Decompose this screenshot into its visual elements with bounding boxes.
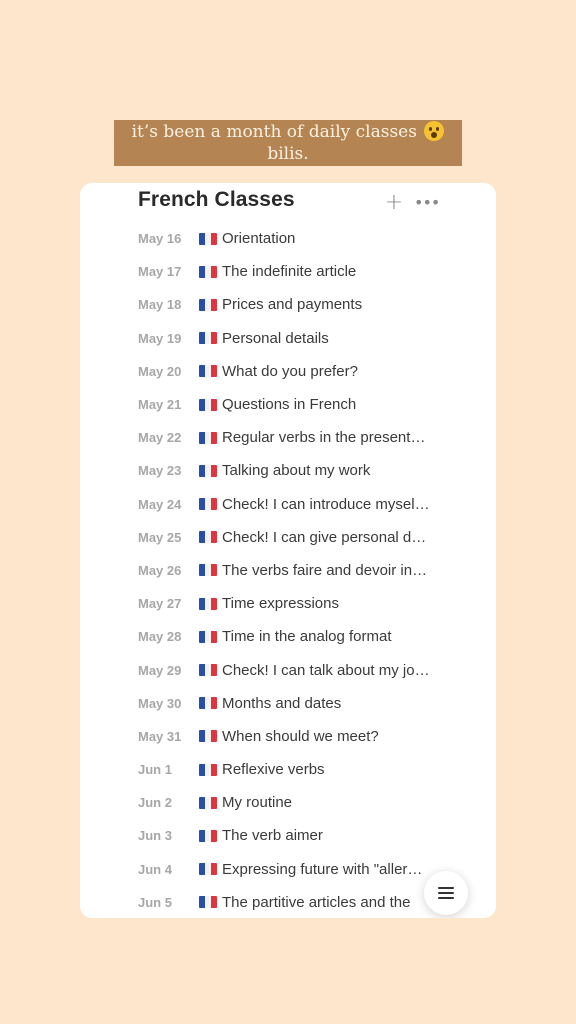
page-title: French Classes (138, 188, 295, 211)
list-item[interactable]: May 29 Check! I can talk about my jo… (80, 653, 496, 686)
plus-icon[interactable]: + (384, 191, 404, 215)
french-flag-icon (199, 829, 217, 842)
notion-page-card: French Classes + ••• May 16 Orientation Ma… (80, 183, 496, 918)
class-title[interactable]: The verb aimer (222, 827, 438, 844)
class-date: May 19 (138, 330, 182, 346)
class-title[interactable]: Personal details (222, 330, 438, 347)
caption-line-1: it’s been a month of daily classes (131, 122, 417, 142)
class-date: May 29 (138, 662, 182, 678)
class-date: May 30 (138, 695, 182, 711)
class-title[interactable]: The partitive articles and the (222, 894, 438, 911)
class-date: May 17 (138, 264, 182, 280)
french-flag-icon (199, 863, 217, 876)
class-date: Jun 1 (138, 762, 172, 778)
class-title[interactable]: What do you prefer? (222, 363, 438, 380)
class-date: May 21 (138, 397, 182, 413)
class-title[interactable]: Prices and payments (222, 296, 438, 313)
class-title[interactable]: Check! I can give personal d… (222, 529, 438, 546)
class-date: Jun 3 (138, 828, 172, 844)
french-flag-icon (199, 332, 217, 345)
french-flag-icon (199, 630, 217, 643)
caption-line-2: bilis. (267, 144, 309, 164)
class-title[interactable]: The verbs faire and devoir in… (222, 562, 438, 579)
french-flag-icon (199, 365, 217, 378)
french-flag-icon (199, 232, 217, 245)
class-title[interactable]: My routine (222, 794, 438, 811)
class-title[interactable]: Check! I can talk about my jo… (222, 662, 438, 679)
french-flag-icon (199, 597, 217, 610)
french-flag-icon (199, 265, 217, 278)
french-flag-icon (199, 664, 217, 677)
story-caption: it’s been a month of daily classes bilis… (114, 120, 462, 166)
class-date: May 27 (138, 596, 182, 612)
french-flag-icon (199, 398, 217, 411)
french-flag-icon (199, 531, 217, 544)
french-flag-icon (199, 564, 217, 577)
french-flag-icon (199, 730, 217, 743)
class-date: May 25 (138, 529, 182, 545)
class-title[interactable]: The indefinite article (222, 263, 438, 280)
class-date: May 20 (138, 363, 182, 379)
class-date: Jun 4 (138, 861, 172, 877)
list-item[interactable]: May 25 Check! I can give personal d… (80, 521, 496, 554)
list-item[interactable]: May 30 Months and dates (80, 687, 496, 720)
class-date: May 16 (138, 231, 182, 247)
class-date: May 18 (138, 297, 182, 313)
class-title[interactable]: Time in the analog format (222, 628, 438, 645)
french-flag-icon (199, 498, 217, 511)
hamburger-menu-icon[interactable] (424, 871, 468, 915)
french-flag-icon (199, 431, 217, 444)
list-item[interactable]: Jun 2 My routine (80, 786, 496, 819)
list-item[interactable]: May 26 The verbs faire and devoir in… (80, 554, 496, 587)
french-flag-icon (199, 763, 217, 776)
class-title[interactable]: Check! I can introduce mysel… (222, 496, 438, 513)
list-item[interactable]: May 17 The indefinite article (80, 255, 496, 288)
class-title[interactable]: Time expressions (222, 595, 438, 612)
list-item[interactable]: May 23 Talking about my work (80, 454, 496, 487)
list-item[interactable]: May 27 Time expressions (80, 587, 496, 620)
french-flag-icon (199, 896, 217, 909)
french-flag-icon (199, 796, 217, 809)
french-flag-icon (199, 298, 217, 311)
class-list: May 16 Orientation May 17 The indefinite ar… (80, 222, 496, 918)
french-flag-icon (199, 697, 217, 710)
list-item[interactable]: Jun 1 Reflexive verbs (80, 753, 496, 786)
list-item[interactable]: May 28 Time in the analog format (80, 620, 496, 653)
class-title[interactable]: Regular verbs in the present… (222, 429, 438, 446)
class-date: Jun 5 (138, 894, 172, 910)
list-item[interactable]: May 18 Prices and payments (80, 288, 496, 321)
more-horizontal-icon[interactable]: ••• (414, 191, 440, 215)
class-title[interactable]: Months and dates (222, 695, 438, 712)
list-item[interactable]: May 21 Questions in French (80, 388, 496, 421)
class-title[interactable]: Orientation (222, 230, 438, 247)
class-title[interactable]: Reflexive verbs (222, 761, 438, 778)
class-date: May 28 (138, 629, 182, 645)
list-item[interactable]: May 31 When should we meet? (80, 720, 496, 753)
class-title[interactable]: Expressing future with "aller… (222, 861, 438, 878)
list-item[interactable]: May 22 Regular verbs in the present… (80, 421, 496, 454)
list-item[interactable]: May 19 Personal details (80, 322, 496, 355)
list-item[interactable]: May 20 What do you prefer? (80, 355, 496, 388)
list-item[interactable]: Jun 3 The verb aimer (80, 819, 496, 852)
class-title[interactable]: Questions in French (222, 396, 438, 413)
class-date: May 23 (138, 463, 182, 479)
french-flag-icon (199, 464, 217, 477)
class-date: May 26 (138, 562, 182, 578)
class-date: Jun 2 (138, 795, 172, 811)
class-date: May 24 (138, 496, 182, 512)
class-date: May 31 (138, 728, 182, 744)
astonished-face-emoji-icon (424, 121, 445, 141)
class-title[interactable]: Talking about my work (222, 462, 438, 479)
list-item[interactable]: May 24 Check! I can introduce mysel… (80, 488, 496, 521)
list-item[interactable]: May 16 Orientation (80, 222, 496, 255)
class-date: May 22 (138, 430, 182, 446)
class-title[interactable]: When should we meet? (222, 728, 438, 745)
